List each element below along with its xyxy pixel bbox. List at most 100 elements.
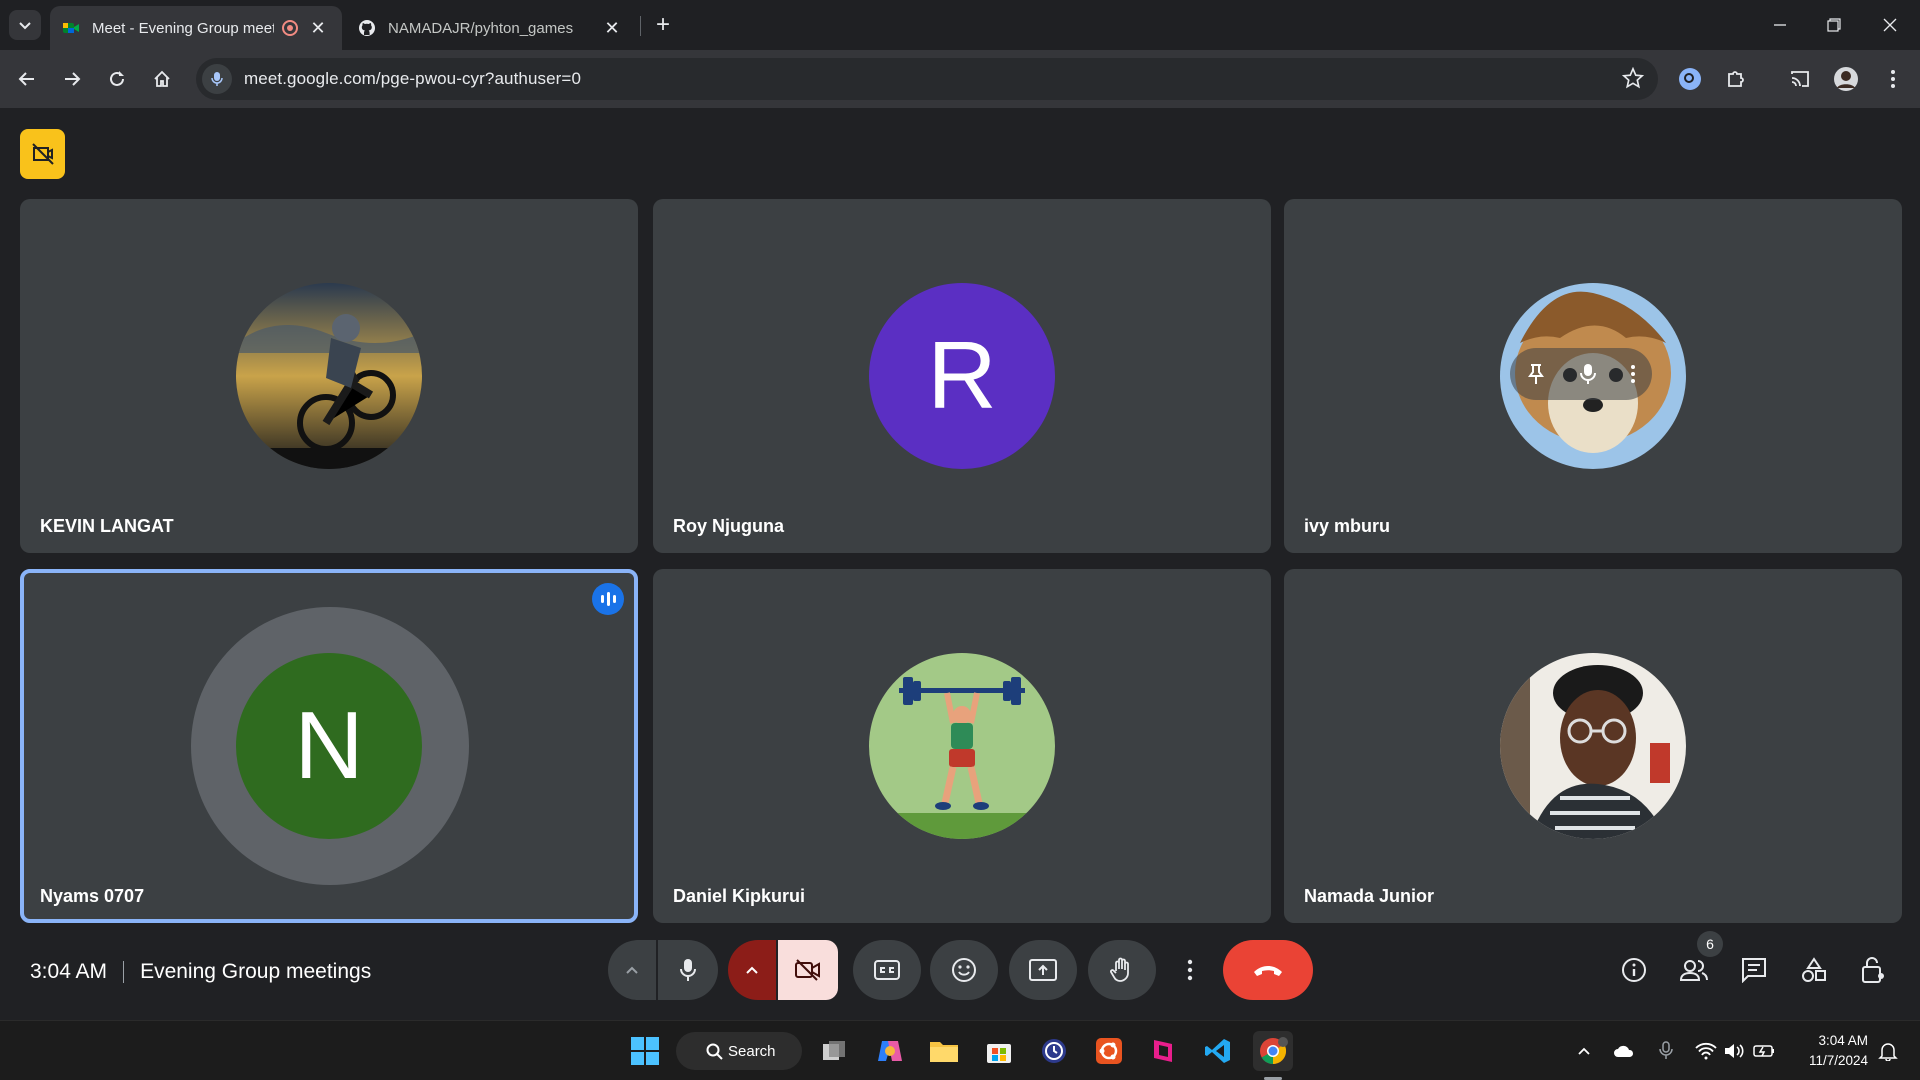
task-view-button[interactable]: [815, 1031, 855, 1071]
vscode-button[interactable]: [1198, 1031, 1238, 1071]
participant-photo: [1500, 653, 1686, 839]
clock-app-icon: [1042, 1039, 1066, 1063]
microsoft-store-button[interactable]: [979, 1031, 1019, 1071]
start-button[interactable]: [625, 1031, 665, 1071]
copilot-button[interactable]: [870, 1031, 910, 1071]
microphone-button[interactable]: [658, 940, 718, 1000]
meet-control-bar: 3:04 AM Evening Group meetings: [0, 928, 1920, 1020]
home-button[interactable]: [145, 62, 179, 96]
home-icon: [154, 70, 170, 87]
onedrive-button[interactable]: [1607, 1031, 1641, 1071]
cast-button[interactable]: [1783, 62, 1817, 96]
more-vert-icon[interactable]: [1630, 364, 1636, 384]
ubuntu-icon: [1096, 1038, 1122, 1064]
microphone-icon[interactable]: [1579, 363, 1597, 385]
mic-tray-button[interactable]: [1649, 1031, 1683, 1071]
pin-icon[interactable]: [1526, 363, 1546, 385]
task-view-icon: [823, 1041, 845, 1060]
tab-meet[interactable]: Meet - Evening Group meet ✕: [50, 6, 342, 50]
present-to-all-icon: [1029, 959, 1057, 981]
emoji-icon: [952, 958, 976, 982]
present-button[interactable]: [1009, 940, 1077, 1000]
close-window-button[interactable]: [1862, 0, 1918, 50]
chat-button[interactable]: [1734, 950, 1774, 990]
close-icon: [1883, 18, 1897, 32]
github-icon: [359, 20, 375, 36]
participant-name: Nyams 0707: [40, 886, 145, 906]
profile-button[interactable]: [1829, 62, 1863, 96]
audio-options-button[interactable]: [608, 940, 656, 1000]
extensions-button[interactable]: [1719, 62, 1753, 96]
activities-button[interactable]: [1794, 950, 1834, 990]
recording-badge[interactable]: [20, 129, 65, 179]
participant-initial-avatar: R: [869, 283, 1055, 469]
participant-name: ivy mburu: [1304, 516, 1391, 536]
tab-search-button[interactable]: [9, 10, 41, 40]
ubuntu-button[interactable]: [1089, 1031, 1129, 1071]
battery-button[interactable]: [1747, 1031, 1781, 1071]
reactions-button[interactable]: [930, 940, 998, 1000]
recording-indicator-icon: [282, 20, 298, 36]
chevron-up-icon: [626, 966, 638, 974]
taskbar-search[interactable]: Search: [676, 1032, 802, 1070]
tab-divider: [640, 16, 641, 36]
camera-off-button[interactable]: [778, 940, 838, 1000]
arrow-left-icon: [18, 72, 34, 86]
chrome-button[interactable]: [1253, 1031, 1293, 1071]
meeting-title: Evening Group meetings: [140, 960, 372, 983]
more-options-button[interactable]: [1167, 940, 1213, 1000]
chat-icon: [1742, 958, 1766, 983]
video-options-button[interactable]: [728, 940, 776, 1000]
taskbar-clock[interactable]: 3:04 AM 11/7/2024: [1809, 1031, 1868, 1071]
meeting-details-button[interactable]: [1614, 950, 1654, 990]
chrome-menu-button[interactable]: [1876, 62, 1910, 96]
speaking-indicator-icon: [592, 583, 624, 615]
minimize-button[interactable]: [1752, 0, 1808, 50]
restore-icon: [1827, 18, 1841, 32]
app-button-timer[interactable]: [1034, 1031, 1074, 1071]
tab-github[interactable]: NAMADAJR/pyhton_games ✕: [346, 6, 636, 50]
raise-hand-icon: [1110, 957, 1129, 982]
volume-button[interactable]: [1717, 1031, 1751, 1071]
notification-bell-icon: [1878, 1043, 1898, 1061]
participant-photo: [236, 283, 422, 469]
file-explorer-button[interactable]: [924, 1031, 964, 1071]
reload-button[interactable]: [100, 62, 134, 96]
back-button[interactable]: [10, 62, 44, 96]
url-text[interactable]: meet.google.com/pge-pwou-cyr?authuser=0: [244, 69, 581, 89]
people-count-badge: 6: [1697, 931, 1723, 957]
reload-icon: [110, 71, 124, 86]
site-info-button[interactable]: [202, 64, 232, 94]
profile-avatar-icon: [1834, 67, 1858, 91]
new-tab-button[interactable]: +: [650, 11, 676, 38]
vscode-icon: [1205, 1039, 1230, 1063]
bookmark-star-icon[interactable]: [1622, 67, 1644, 89]
host-controls-button[interactable]: [1854, 950, 1894, 990]
show-hidden-icons-button[interactable]: [1567, 1031, 1601, 1071]
google-lens-button[interactable]: [1673, 62, 1707, 96]
tab-title: NAMADAJR/pyhton_games: [388, 19, 574, 37]
captions-button[interactable]: [853, 940, 921, 1000]
meeting-time: 3:04 AM: [30, 960, 108, 983]
restore-button[interactable]: [1806, 0, 1862, 50]
app-button-pink[interactable]: [1143, 1031, 1183, 1071]
address-bar[interactable]: meet.google.com/pge-pwou-cyr?authuser=0: [196, 58, 1658, 100]
call-end-icon: [1254, 966, 1282, 976]
participant-tile-active-speaker[interactable]: N Nyams 0707: [20, 569, 638, 923]
leave-call-button[interactable]: [1223, 940, 1313, 1000]
browser-toolbar: meet.google.com/pge-pwou-cyr?authuser=0: [0, 50, 1920, 108]
participant-tile[interactable]: KEVIN LANGAT: [20, 199, 638, 553]
participant-tile[interactable]: R Roy Njuguna: [653, 199, 1271, 553]
cyclist-photo-icon: [236, 283, 422, 469]
participant-tile[interactable]: Daniel Kipkurui: [653, 569, 1271, 923]
participant-tile[interactable]: Namada Junior: [1284, 569, 1902, 923]
folder-icon: [930, 1042, 958, 1062]
close-tab-icon[interactable]: ✕: [600, 16, 624, 40]
raise-hand-button[interactable]: [1088, 940, 1156, 1000]
forward-button[interactable]: [55, 62, 89, 96]
participant-name: Roy Njuguna: [673, 516, 784, 536]
info-icon: [1622, 958, 1646, 982]
close-tab-icon[interactable]: ✕: [306, 16, 330, 40]
microphone-icon: [680, 959, 696, 981]
notifications-button[interactable]: [1871, 1031, 1905, 1071]
